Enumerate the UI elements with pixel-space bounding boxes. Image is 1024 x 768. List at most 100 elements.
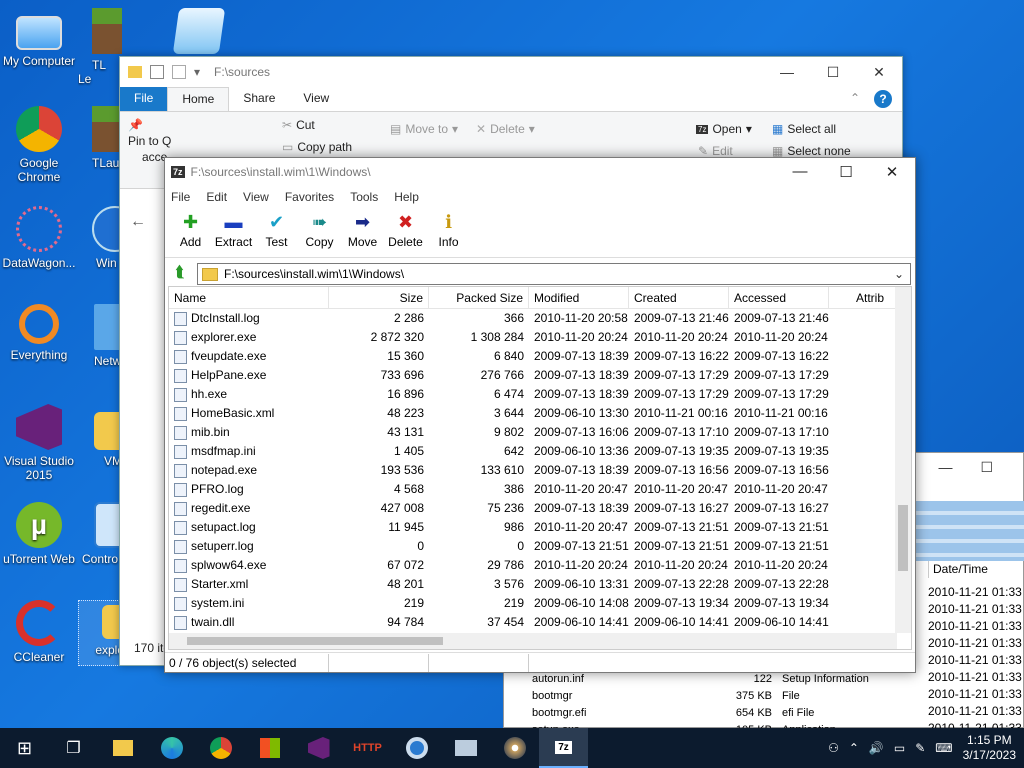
minimize-button[interactable]: — <box>938 459 952 475</box>
menu-file[interactable]: File <box>171 190 190 204</box>
desktop-icon-control-panel[interactable]: Contro <box>78 502 122 566</box>
chevron-down-icon[interactable]: ⌄ <box>894 267 910 281</box>
copy-path-button[interactable]: ▭ Copy path <box>282 140 352 154</box>
column-attrib[interactable]: Attrib <box>829 287 889 309</box>
back-arrow-icon[interactable]: ← <box>130 213 146 231</box>
open-button[interactable]: 7z Open ▾ <box>696 122 752 136</box>
desktop-icon-my-computer[interactable]: My Computer <box>0 10 78 68</box>
move-to-button[interactable]: ▤ Move to ▾ <box>390 122 458 136</box>
table-row[interactable]: setupact.log 11 945 986 2010-11-20 20:47 200… <box>169 518 911 537</box>
pin-to-quick-access-button[interactable]: Pin to Q <box>128 134 171 148</box>
start-button[interactable]: ⊞ <box>0 728 49 768</box>
table-row[interactable]: twain.dll 94 784 37 454 2009-06-10 14:41 200… <box>169 613 911 632</box>
info-button[interactable]: ℹ Info <box>427 208 470 257</box>
tab-view[interactable]: View <box>289 87 343 111</box>
scroll-thumb[interactable] <box>898 505 908 571</box>
up-folder-icon[interactable]: ⮬ <box>169 264 191 284</box>
add-button[interactable]: ✚ Add <box>169 208 212 257</box>
network-icon[interactable]: ▭ <box>894 741 905 755</box>
table-row[interactable]: system.ini 219 219 2009-06-10 14:08 2009-07-… <box>169 594 911 613</box>
delete-button[interactable]: ✖ Delete <box>384 208 427 257</box>
desktop-icon-notepad[interactable] <box>160 8 238 58</box>
desktop-icon-tl[interactable]: TL Le <box>78 8 122 86</box>
list-item[interactable]: bootmgr.efi 654 KB efi File <box>512 705 912 722</box>
column-size[interactable]: Size <box>329 287 429 309</box>
table-row[interactable]: mib.bin 43 131 9 802 2009-07-13 16:06 2009-0… <box>169 423 911 442</box>
quick-access-dropdown-icon[interactable]: ▾ <box>194 65 200 79</box>
chevron-up-icon[interactable]: ⌃ <box>849 741 859 755</box>
menu-edit[interactable]: Edit <box>206 190 227 204</box>
tab-home[interactable]: Home <box>167 87 230 111</box>
minimize-button[interactable]: — <box>777 163 823 181</box>
maximize-button[interactable]: ☐ <box>823 163 869 181</box>
column-modified[interactable]: Modified <box>529 287 629 309</box>
table-row[interactable]: HomeBasic.xml 48 223 3 644 2009-06-10 13:30… <box>169 404 911 423</box>
task-view-button[interactable]: ❐ <box>49 728 98 768</box>
menu-help[interactable]: Help <box>394 190 419 204</box>
taskbar-edge[interactable] <box>147 728 196 768</box>
column-name[interactable]: Name <box>169 287 329 309</box>
taskbar-chrome[interactable] <box>196 728 245 768</box>
menu-view[interactable]: View <box>243 190 269 204</box>
desktop-icon-utorrent[interactable]: µ uTorrent Web <box>0 502 78 566</box>
table-row[interactable]: Starter.xml 48 201 3 576 2009-06-10 13:31 20… <box>169 575 911 594</box>
properties-icon[interactable] <box>150 65 164 79</box>
maximize-button[interactable]: ☐ <box>810 64 856 81</box>
navigation-pane[interactable]: ← <box>120 191 168 611</box>
move-button[interactable]: ➡ Move <box>341 208 384 257</box>
pen-icon[interactable]: ✎ <box>915 741 925 755</box>
vertical-scrollbar[interactable] <box>895 287 911 633</box>
list-item[interactable]: bootmgr 375 KB File <box>512 688 912 705</box>
select-none-button[interactable]: ▦ Select none <box>772 144 851 158</box>
taskbar-http[interactable]: HTTP <box>343 728 392 768</box>
close-button[interactable]: ✕ <box>869 163 915 181</box>
taskbar-7zip[interactable]: 7z <box>539 728 588 768</box>
list-item[interactable]: autorun.inf 122 Setup Information <box>512 671 912 688</box>
table-row[interactable]: explorer.exe 2 872 320 1 308 284 2010-11-20… <box>169 328 911 347</box>
new-folder-icon[interactable] <box>172 65 186 79</box>
people-icon[interactable]: ⚇ <box>828 741 839 755</box>
cut-button[interactable]: ✂ Cut <box>282 118 315 132</box>
table-row[interactable]: regedit.exe 427 008 75 236 2009-07-13 18:39… <box>169 499 911 518</box>
7zip-window[interactable]: 7z F:\sources\install.wim\1\Windows\ — ☐… <box>164 157 916 673</box>
desktop-icon-tlauncher[interactable]: TLaun <box>78 106 122 170</box>
horizontal-scrollbar[interactable] <box>169 633 897 649</box>
table-row[interactable]: setuperr.log 0 0 2009-07-13 21:51 2009-07-13… <box>169 537 911 556</box>
address-input[interactable]: F:\sources\install.wim\1\Windows\ ⌄ <box>197 263 911 285</box>
column-accessed[interactable]: Accessed <box>729 287 829 309</box>
taskbar-disc-app[interactable] <box>392 728 441 768</box>
minimize-button[interactable]: — <box>764 64 810 81</box>
desktop-icon-network[interactable]: Netw <box>78 304 122 368</box>
maximize-button[interactable]: ☐ <box>980 459 993 476</box>
table-row[interactable]: hh.exe 16 896 6 474 2009-07-13 18:39 2009-07… <box>169 385 911 404</box>
edit-button[interactable]: ✎ Edit <box>698 144 733 158</box>
desktop-icon-chrome[interactable]: Google Chrome <box>0 106 78 184</box>
table-row[interactable]: msdfmap.ini 1 405 642 2009-06-10 13:36 2009-… <box>169 442 911 461</box>
keyboard-icon[interactable]: ⌨ <box>935 741 952 755</box>
taskbar-printer-app[interactable] <box>441 728 490 768</box>
taskbar-media-app[interactable] <box>490 728 539 768</box>
tab-share[interactable]: Share <box>229 87 289 111</box>
extract-button[interactable]: ▬ Extract <box>212 208 255 257</box>
menu-tools[interactable]: Tools <box>350 190 378 204</box>
menu-favorites[interactable]: Favorites <box>285 190 334 204</box>
desktop-icon-visual-studio[interactable]: Visual Studio 2015 <box>0 404 78 482</box>
taskbar-file-explorer[interactable] <box>98 728 147 768</box>
taskbar-store[interactable] <box>245 728 294 768</box>
select-all-button[interactable]: ▦ Select all <box>772 122 836 136</box>
desktop-icon-vm[interactable]: VM <box>78 404 122 468</box>
desktop-icon-everything[interactable]: Everything <box>0 304 78 362</box>
table-row[interactable]: splwow64.exe 67 072 29 786 2010-11-20 20:24… <box>169 556 911 575</box>
taskbar-visual-studio[interactable] <box>294 728 343 768</box>
desktop-icon-ccleaner[interactable]: CCleaner <box>0 600 78 664</box>
desktop-icon-win[interactable]: Win <box>78 206 122 270</box>
table-row[interactable]: notepad.exe 193 536 133 610 2009-07-13 18:3… <box>169 461 911 480</box>
table-row[interactable]: fveupdate.exe 15 360 6 840 2009-07-13 18:39… <box>169 347 911 366</box>
desktop-icon-datawagon[interactable]: DataWagon... <box>0 206 78 270</box>
delete-button[interactable]: ✕ Delete ▾ <box>476 122 535 136</box>
copy-button[interactable]: ➠ Copy <box>298 208 341 257</box>
help-icon[interactable]: ? <box>874 90 892 108</box>
ribbon-collapse-icon[interactable]: ⌃ <box>836 87 874 111</box>
scroll-thumb[interactable] <box>187 637 443 645</box>
table-row[interactable]: DtcInstall.log 2 286 366 2010-11-20 20:58 20… <box>169 309 911 328</box>
